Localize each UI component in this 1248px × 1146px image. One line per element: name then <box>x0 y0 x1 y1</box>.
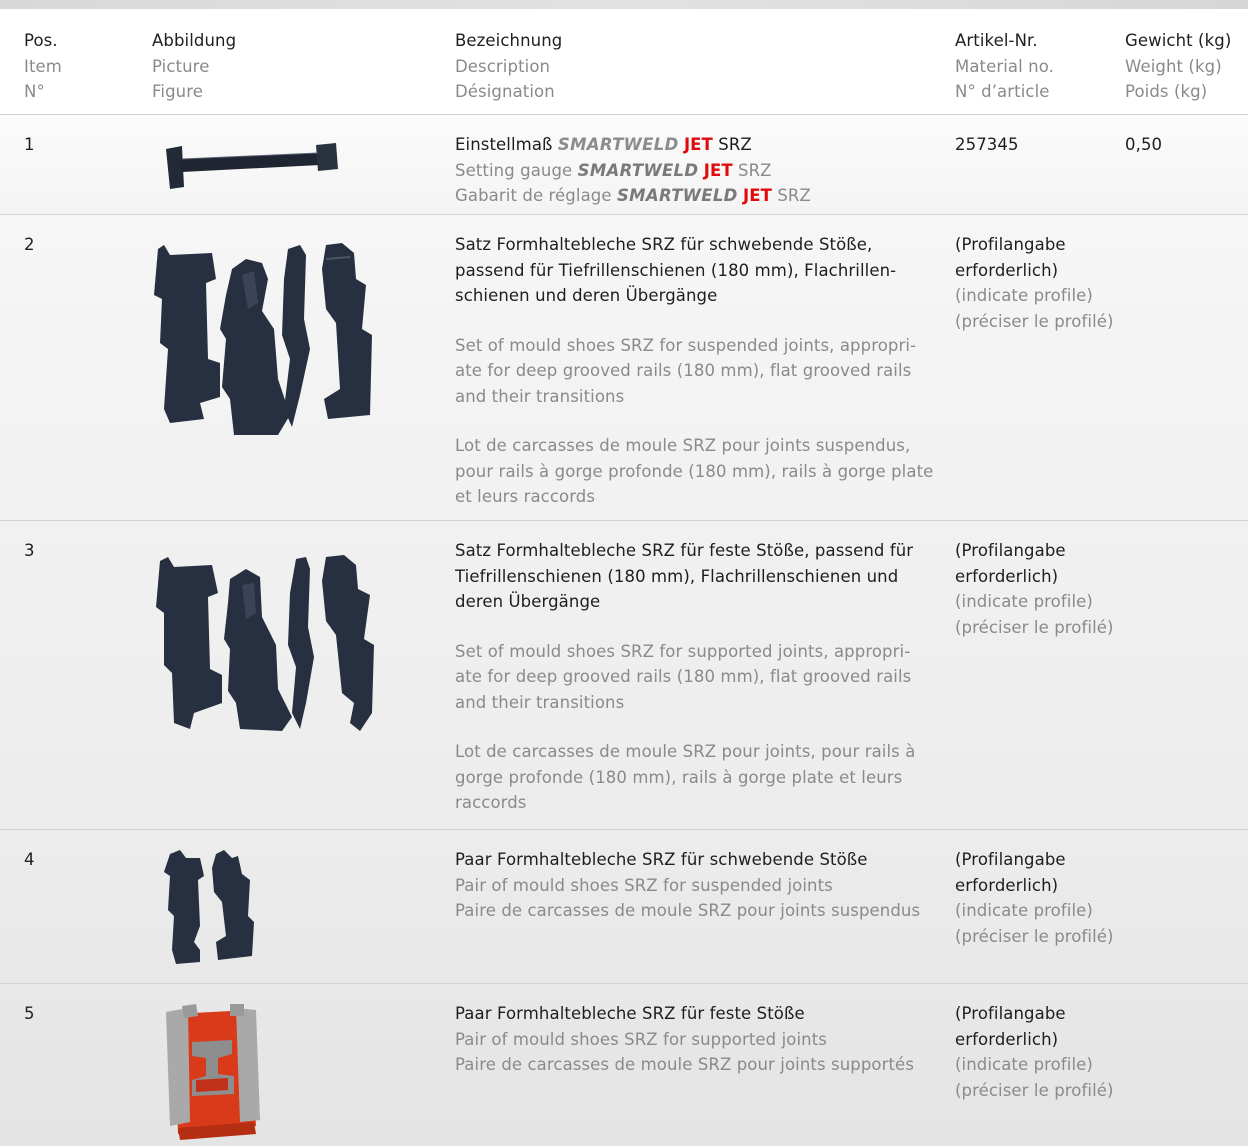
article-note-en: (indicate profile) <box>955 286 1093 305</box>
header-article-fr: N° d’article <box>955 82 1050 101</box>
article-note-fr: (préciser le profilé) <box>955 311 1114 331</box>
description-de: Paar Formhaltebleche SRZ für feste Stöße <box>455 1004 805 1023</box>
row-description: Satz Formhaltebleche SRZ für schwebende … <box>455 232 935 510</box>
brand-suffix: JET <box>703 160 733 180</box>
row-pos: 2 <box>24 235 35 254</box>
brand-name: SMARTWELD <box>616 186 738 205</box>
article-note-fr: (préciser le profilé) <box>955 1080 1114 1100</box>
table-row: 2 Satz Formhaltebleche SRZ für schwebend… <box>0 214 1248 521</box>
description-en: Pair of mould shoes SRZ for supported jo… <box>455 1029 827 1049</box>
header-article-en: Material no. <box>955 56 1054 76</box>
table-row: 3 Satz Formhaltebleche SRZ für feste Stö… <box>0 520 1248 830</box>
description-fr: Lot de carcasses de moule SRZ pour joint… <box>455 436 934 506</box>
mould-shoe-pair-supported-icon <box>156 1002 266 1146</box>
weight-value: 0,50 <box>1125 135 1163 154</box>
setting-gauge-icon <box>160 141 340 199</box>
description-en: Setting gauge SMARTWELD JET SRZ <box>455 158 935 184</box>
brand-name: SMARTWELD <box>557 135 679 154</box>
description-fr: Paire de carcasses de moule SRZ pour joi… <box>455 901 921 920</box>
article-note-de: (Profilangabe erforderlich) <box>955 1004 1066 1049</box>
header-pos-de: Pos. <box>24 31 58 50</box>
article-note-en: (indicate profile) <box>955 901 1093 920</box>
mould-shoe-set-suspended-icon <box>150 239 390 443</box>
row-pos: 5 <box>24 1004 35 1023</box>
article-info: (Profilangabe erforderlich) (indicate pr… <box>955 1001 1115 1103</box>
table-row: 4 Paar Formhaltebleche SRZ für schwebend… <box>0 829 1248 984</box>
table-row: 1 Einstellmaß SMARTWELD JET SRZ Setting … <box>0 114 1248 215</box>
article-info: (Profilangabe erforderlich) (indicate pr… <box>955 847 1115 949</box>
header-pos-fr: N° <box>24 82 45 101</box>
description-de: Satz Formhaltebleche SRZ für schwebende … <box>455 235 897 305</box>
description-text: SRZ <box>718 135 752 154</box>
header-description-de: Bezeichnung <box>455 31 563 50</box>
description-en: Set of mould shoes SRZ for suspended joi… <box>455 335 917 406</box>
header-description-fr: Désignation <box>455 82 555 101</box>
article-note-en: (indicate profile) <box>955 592 1093 611</box>
row-pos: 1 <box>24 135 35 154</box>
header-picture-en: Picture <box>152 56 210 76</box>
header-description: Bezeichnung Description Désignation <box>455 28 935 105</box>
description-en: Pair of mould shoes SRZ for suspended jo… <box>455 875 833 895</box>
description-de: Satz Formhaltebleche SRZ für feste Stöße… <box>455 541 914 611</box>
header-article-de: Artikel-Nr. <box>955 31 1038 50</box>
row-description: Einstellmaß SMARTWELD JET SRZ Setting ga… <box>455 132 935 209</box>
article-note-en: (indicate profile) <box>955 1055 1093 1074</box>
article-note-de: (Profilangabe erforderlich) <box>955 235 1066 280</box>
header-picture-de: Abbildung <box>152 31 237 50</box>
brand-name: SMARTWELD <box>577 160 699 180</box>
header-picture-fr: Figure <box>152 82 203 101</box>
description-en: Set of mould shoes SRZ for supported joi… <box>455 641 912 712</box>
article-info: (Profilangabe erforderlich) (indicate pr… <box>955 232 1115 334</box>
article-note-fr: (préciser le profilé) <box>955 926 1114 946</box>
header-pos: Pos. Item N° <box>24 28 62 105</box>
row-pos: 3 <box>24 541 35 560</box>
description-text: Setting gauge <box>455 160 573 180</box>
row-pos: 4 <box>24 850 35 869</box>
header-weight-de: Gewicht (kg) <box>1125 31 1232 50</box>
header-weight: Gewicht (kg) Weight (kg) Poids (kg) <box>1125 28 1248 105</box>
article-number: 257345 <box>955 135 1019 154</box>
description-fr: Paire de carcasses de moule SRZ pour joi… <box>455 1055 915 1074</box>
article-note-fr: (préciser le profilé) <box>955 617 1114 637</box>
brand-suffix: JET <box>743 186 772 205</box>
article-info: (Profilangabe erforderlich) (indicate pr… <box>955 538 1115 640</box>
description-text: Einstellmaß <box>455 135 553 154</box>
header-picture: Abbildung Picture Figure <box>152 28 236 105</box>
description-text: SRZ <box>738 160 772 180</box>
description-text: SRZ <box>777 186 811 205</box>
mould-shoe-pair-suspended-icon <box>160 846 260 970</box>
description-text: Gabarit de réglage <box>455 186 612 205</box>
table-row: 5 Paar Formhaltebleche SRZ für feste Stö… <box>0 983 1248 1146</box>
row-description: Paar Formhaltebleche SRZ für schwebende … <box>455 847 935 924</box>
header-article: Artikel-Nr. Material no. N° d’article <box>955 28 1115 105</box>
description-fr: Gabarit de réglage SMARTWELD JET SRZ <box>455 183 935 209</box>
mould-shoe-set-supported-icon <box>150 553 390 737</box>
row-description: Paar Formhaltebleche SRZ für feste Stöße… <box>455 1001 935 1078</box>
header-pos-en: Item <box>24 56 62 76</box>
description-de: Paar Formhaltebleche SRZ für schwebende … <box>455 850 868 869</box>
header-weight-fr: Poids (kg) <box>1125 82 1208 101</box>
brand-suffix: JET <box>683 135 713 154</box>
header-description-en: Description <box>455 56 551 76</box>
description-de: Einstellmaß SMARTWELD JET SRZ <box>455 132 935 158</box>
top-band <box>0 0 1248 9</box>
article-note-de: (Profilangabe erforderlich) <box>955 541 1066 586</box>
description-fr: Lot de carcasses de moule SRZ pour joint… <box>455 742 916 812</box>
article-note-de: (Profilangabe erforderlich) <box>955 850 1066 895</box>
header-weight-en: Weight (kg) <box>1125 56 1222 76</box>
table-header: Pos. Item N° Abbildung Picture Figure Be… <box>0 9 1248 114</box>
row-description: Satz Formhaltebleche SRZ für feste Stöße… <box>455 538 935 816</box>
